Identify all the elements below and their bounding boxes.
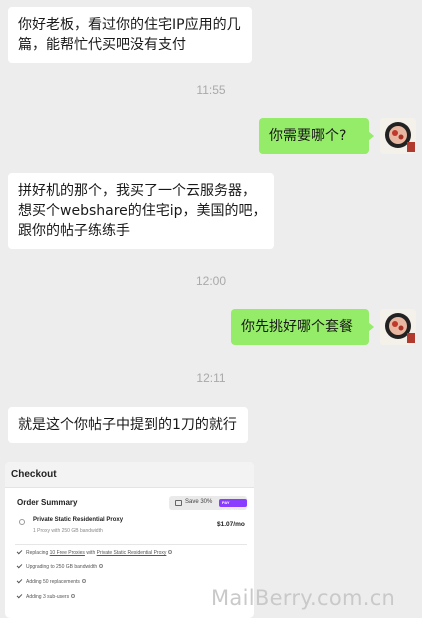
save-label: Save 30% [185, 499, 213, 505]
check-icon [16, 592, 23, 599]
check-icon [16, 577, 23, 584]
feature-item: Upgrading to 250 GB bandwidth [16, 562, 104, 570]
avatar[interactable] [380, 118, 416, 154]
avatar-image [380, 309, 416, 345]
feature-link: Private Static Residential Proxy [96, 550, 167, 556]
order-summary-title: Order Summary [17, 498, 78, 507]
feature-text: Adding 50 replacements [26, 579, 80, 585]
pay-yearly-badge: PAY YEARLY [219, 499, 247, 513]
toggle-icon [175, 500, 182, 506]
message-text: 你好老板，看过你的住宅IP应用的几 [18, 17, 241, 33]
message-bubble-outgoing[interactable]: 你先挑好哪个套餐 [231, 309, 374, 345]
feature-text: Upgrading to 250 GB bandwidth [26, 564, 98, 570]
avatar[interactable] [380, 309, 416, 345]
info-icon [168, 550, 173, 554]
info-icon [81, 579, 86, 583]
message-text: 拼好机的那个，我买了一个云服务器， [18, 183, 256, 199]
feature-item: Adding 50 replacements [16, 577, 86, 585]
message-text: 就是这个你帖子中提到的1刀的就行 [18, 417, 237, 433]
message-text: 篇，能帮忙代买吧没有支付 [18, 37, 186, 53]
feature-item: Adding 3 sub-users [16, 592, 76, 600]
feature-text: Replacing [26, 550, 50, 556]
feature-item: Replacing 10 Free Proxies with Private S… [16, 548, 173, 556]
message-text: 你先挑好哪个套餐 [241, 319, 353, 335]
message-text: 跟你的帖子练练手 [18, 223, 130, 239]
check-icon [16, 562, 23, 569]
billing-toggle: Save 30% PAY YEARLY [169, 496, 247, 513]
message-text: 你需要哪个? [269, 128, 347, 144]
info-icon [71, 594, 76, 598]
message-bubble-incoming[interactable]: 就是这个你帖子中提到的1刀的就行 [8, 407, 248, 443]
checkout-header: Checkout [5, 462, 254, 488]
timestamp: 12:00 [195, 274, 227, 288]
plan-price: $1.07/mo [217, 521, 245, 528]
feature-link: 10 Free Proxies [49, 550, 85, 556]
watermark: MailBerry.com.cn [211, 586, 396, 610]
info-icon [99, 564, 104, 568]
check-icon [16, 548, 23, 555]
plan-name: Private Static Residential Proxy [33, 517, 124, 523]
divider [15, 544, 247, 545]
feature-text: with [84, 550, 97, 556]
timestamp: 11:55 [196, 83, 226, 97]
plan-description: 1 Proxy with 250 GB bandwidth [33, 528, 103, 534]
feature-text: Adding 3 sub-users [26, 594, 70, 600]
timestamp: 12:11 [196, 371, 226, 385]
plan-radio-icon [19, 519, 25, 525]
message-bubble-incoming[interactable]: 拼好机的那个，我买了一个云服务器， 想买个webshare的住宅ip，美国的吧，… [8, 173, 274, 249]
message-bubble-outgoing[interactable]: 你需要哪个? [259, 118, 374, 154]
message-text: 想买个webshare的住宅ip，美国的吧， [18, 203, 267, 219]
message-bubble-incoming[interactable]: 你好老板，看过你的住宅IP应用的几 篇，能帮忙代买吧没有支付 [8, 7, 252, 63]
avatar-image [380, 118, 416, 154]
